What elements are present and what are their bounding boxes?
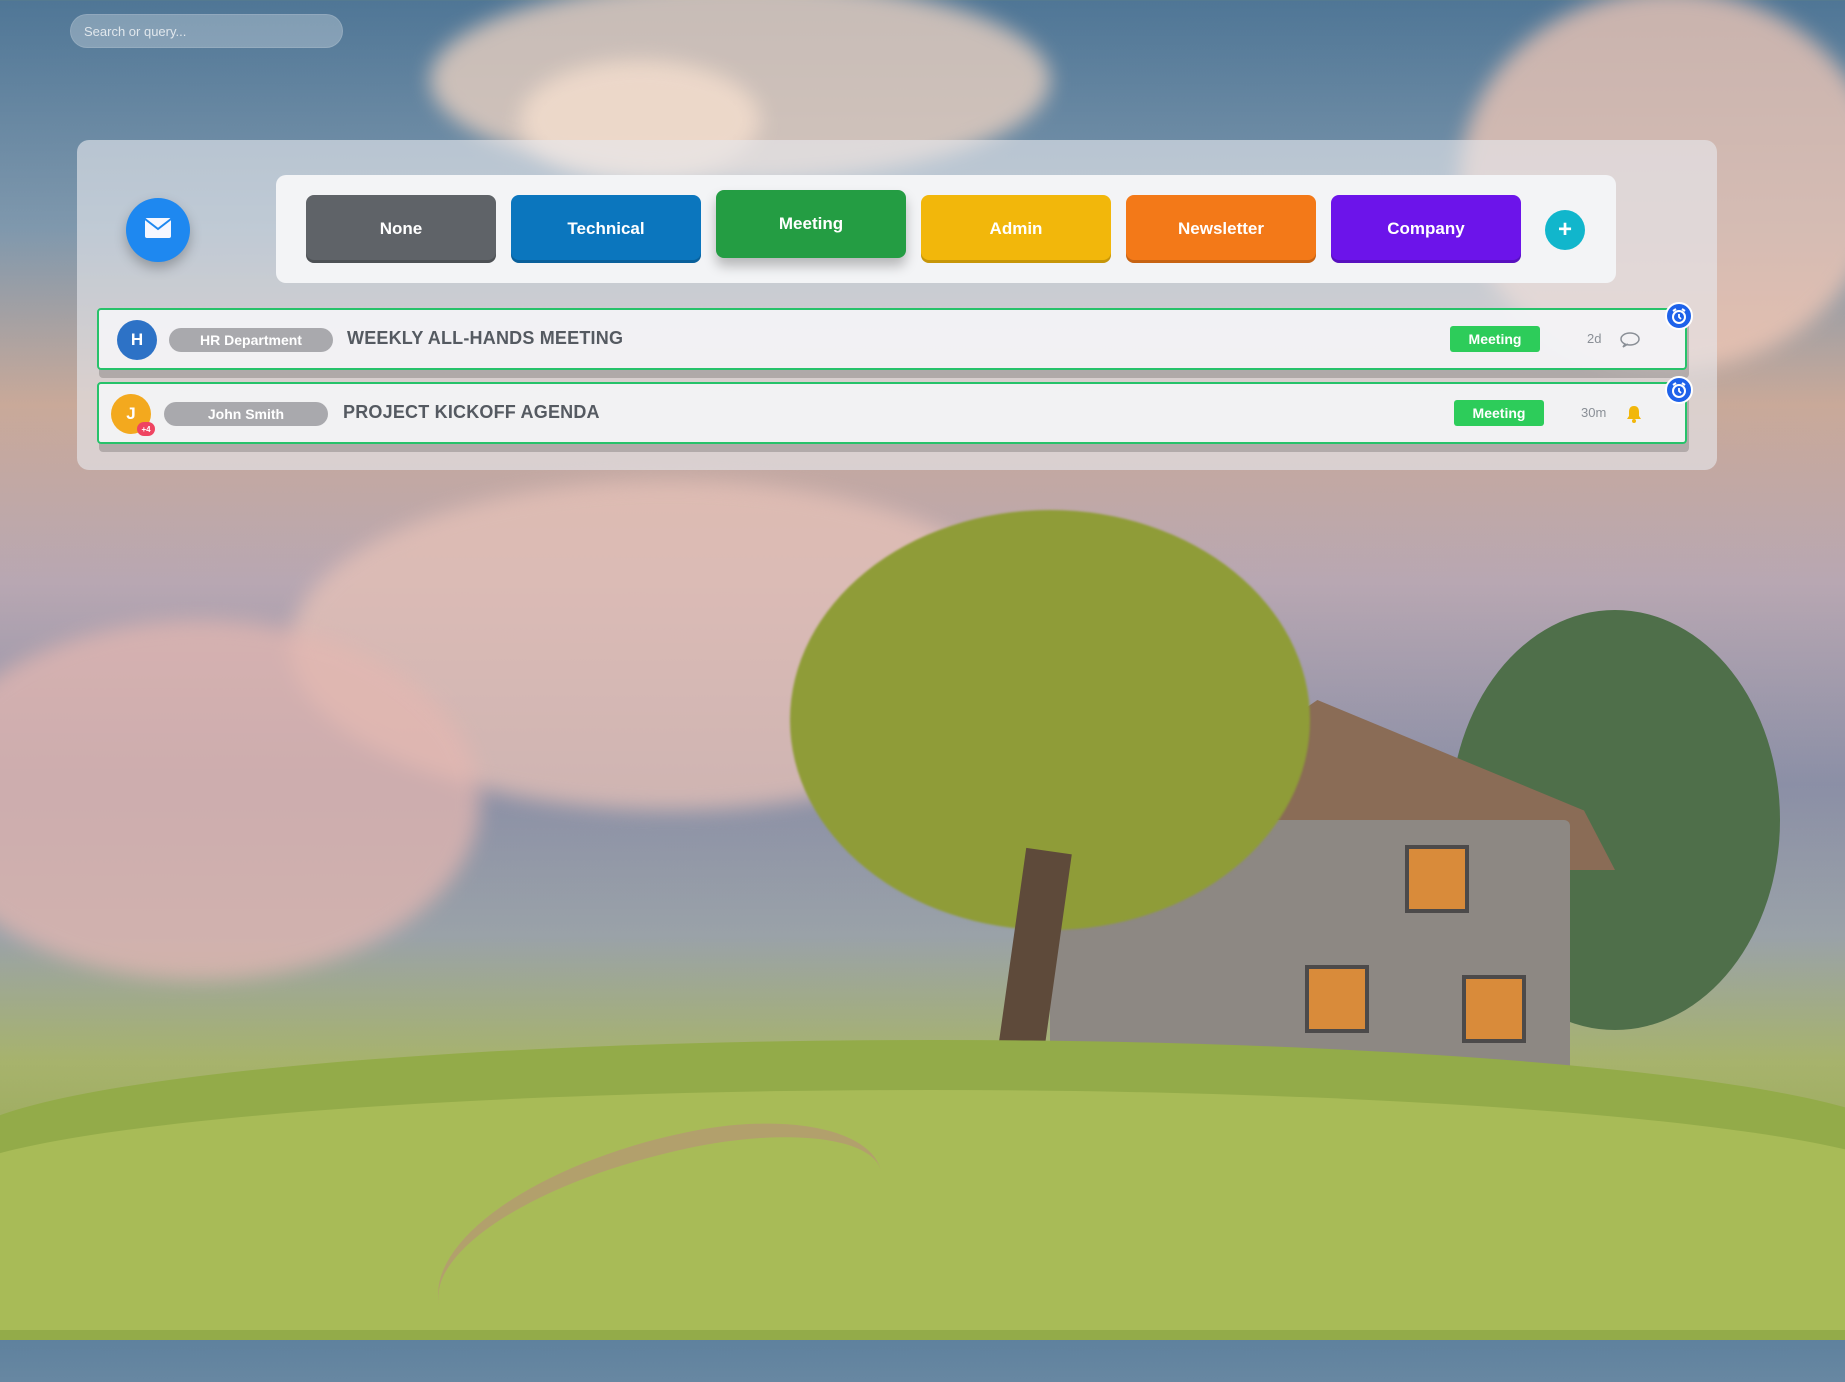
category-filter-bar: None Technical Meeting Admin Newsletter …: [276, 175, 1616, 283]
comment-icon[interactable]: [1619, 329, 1641, 351]
compose-button[interactable]: [126, 198, 190, 262]
tag-technical-button[interactable]: Technical: [511, 195, 701, 263]
sender-pill: HR Department: [169, 328, 333, 352]
category-badge: Meeting: [1450, 326, 1540, 352]
bell-icon[interactable]: [1623, 403, 1645, 425]
email-row[interactable]: H HR Department WEEKLY ALL-HANDS MEETING…: [97, 302, 1693, 370]
alarm-clock-icon[interactable]: [1665, 302, 1693, 330]
sender-pill: John Smith: [164, 402, 328, 426]
search-input[interactable]: [70, 14, 343, 48]
email-subject: PROJECT KICKOFF AGENDA: [343, 402, 600, 422]
participant-count-badge: +4: [137, 422, 155, 436]
tag-admin-button[interactable]: Admin: [921, 195, 1111, 263]
category-badge: Meeting: [1454, 400, 1544, 426]
avatar: H: [117, 320, 157, 360]
tag-company-button[interactable]: Company: [1331, 195, 1521, 263]
alarm-clock-icon[interactable]: [1665, 376, 1693, 404]
email-row[interactable]: J +4 John Smith PROJECT KICKOFF AGENDA M…: [97, 376, 1693, 444]
avatar-initial: H: [130, 330, 144, 349]
email-subject: WEEKLY ALL-HANDS MEETING: [347, 328, 624, 348]
add-tag-button[interactable]: +: [1545, 210, 1585, 250]
tag-meeting-button[interactable]: Meeting: [716, 190, 906, 258]
tag-newsletter-button[interactable]: Newsletter: [1126, 195, 1316, 263]
email-time: 30m: [1581, 405, 1607, 420]
mail-icon: [144, 217, 172, 244]
avatar-initial: J: [126, 404, 136, 423]
email-time: 2d: [1587, 331, 1602, 346]
avatar: J +4: [111, 394, 155, 436]
tag-none-button[interactable]: None: [306, 195, 496, 263]
